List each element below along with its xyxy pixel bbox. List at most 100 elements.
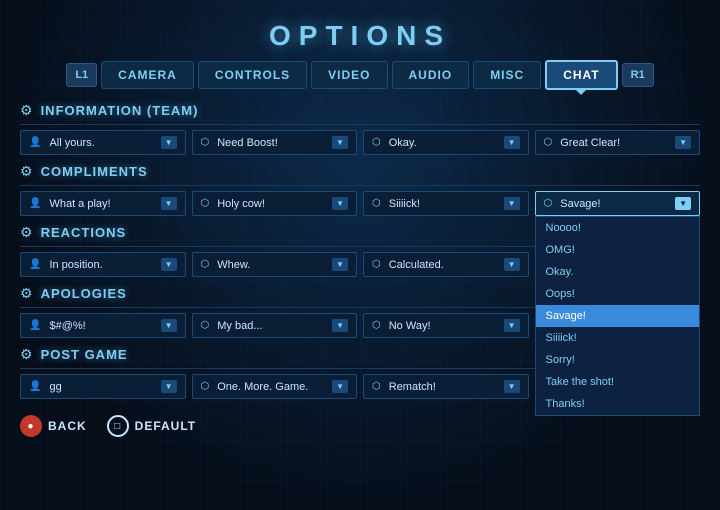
dropdown-menu-item-2[interactable]: Okay. bbox=[536, 261, 700, 283]
back-icon: ● bbox=[20, 415, 42, 437]
dropdown-arrow-compliments-2: ▼ bbox=[504, 197, 520, 210]
dropdown-wrapper-post-game-0: 👤gg▼ bbox=[20, 374, 186, 399]
dropdown-wrapper-information-team-1: ⬡Need Boost!▼ bbox=[192, 130, 358, 155]
tab-r1[interactable]: R1 bbox=[622, 63, 654, 87]
dropdown-wrapper-information-team-0: 👤 All yours. ▼ bbox=[20, 130, 186, 155]
dropdown-btn-information-team-2[interactable]: ⬡ Okay. ▼ bbox=[363, 130, 529, 155]
dropdowns-row-compliments: 👤What a play!▼⬡Holy cow!▼⬡Siiiick!▼⬡Sava… bbox=[20, 191, 700, 216]
dropdown-btn-post-game-2[interactable]: ⬡ Rematch! ▼ bbox=[363, 374, 529, 399]
dropdown-text-post-game-2: Rematch! bbox=[389, 381, 500, 393]
dropdown-icon-compliments-2: ⬡ bbox=[372, 198, 381, 209]
default-label: DEFAULT bbox=[135, 419, 196, 433]
dropdown-arrow-compliments-0: ▼ bbox=[161, 197, 177, 210]
dropdown-menu-item-7[interactable]: Take the shot! bbox=[536, 371, 700, 393]
page-title: OPTIONS bbox=[20, 10, 700, 60]
dropdown-wrapper-reactions-1: ⬡ Whew. ▼ bbox=[192, 252, 358, 277]
dropdown-btn-reactions-0[interactable]: 👤In position.▼ bbox=[20, 252, 186, 277]
dropdown-btn-reactions-2[interactable]: ⬡Calculated.▼ bbox=[363, 252, 529, 277]
tab-chat[interactable]: CHAT bbox=[545, 60, 617, 90]
dropdown-btn-compliments-2[interactable]: ⬡Siiiick!▼ bbox=[363, 191, 529, 216]
dropdown-icon-post-game-2: ⬡ bbox=[372, 381, 381, 392]
dropdown-arrow-post-game-2: ▼ bbox=[504, 380, 520, 393]
back-button[interactable]: ● BACK bbox=[20, 415, 87, 437]
dropdown-arrow-information-team-2: ▼ bbox=[504, 136, 520, 149]
dropdown-menu-compliments-3: Noooo!OMG!Okay.Oops!Savage!Siiiick!Sorry… bbox=[535, 216, 701, 416]
section-title-apologies: APOLOGIES bbox=[41, 286, 127, 301]
tab-audio[interactable]: AUDIO bbox=[392, 61, 470, 89]
section-icon-reactions: ⚙ bbox=[20, 224, 33, 241]
dropdown-arrow-reactions-0: ▼ bbox=[161, 258, 177, 271]
dropdown-btn-information-team-0[interactable]: 👤 All yours. ▼ bbox=[20, 130, 186, 155]
section-icon-apologies: ⚙ bbox=[20, 285, 33, 302]
tab-l1[interactable]: L1 bbox=[66, 63, 97, 87]
section-header-compliments: ⚙COMPLIMENTS bbox=[20, 163, 700, 180]
dropdown-btn-information-team-3[interactable]: ⬡Great Clear!▼ bbox=[535, 130, 701, 155]
dropdown-text-apologies-1: My bad... bbox=[217, 320, 328, 332]
tab-video[interactable]: VIDEO bbox=[311, 61, 387, 89]
dropdown-btn-compliments-1[interactable]: ⬡Holy cow!▼ bbox=[192, 191, 358, 216]
dropdown-arrow-post-game-0: ▼ bbox=[161, 380, 177, 393]
dropdown-btn-apologies-2[interactable]: ⬡No Way!▼ bbox=[363, 313, 529, 338]
dropdown-text-reactions-1: Whew. bbox=[217, 259, 328, 271]
dropdown-btn-compliments-0[interactable]: 👤What a play!▼ bbox=[20, 191, 186, 216]
section-icon-compliments: ⚙ bbox=[20, 163, 33, 180]
dropdown-menu-item-5[interactable]: Siiiick! bbox=[536, 327, 700, 349]
dropdown-menu-item-9[interactable]: What a play! bbox=[536, 415, 700, 416]
back-label: BACK bbox=[48, 419, 87, 433]
dropdown-icon-compliments-1: ⬡ bbox=[201, 198, 210, 209]
dropdown-menu-item-3[interactable]: Oops! bbox=[536, 283, 700, 305]
tab-controls[interactable]: CONTROLS bbox=[198, 61, 307, 89]
dropdown-btn-apologies-0[interactable]: 👤$#@%!▼ bbox=[20, 313, 186, 338]
dropdown-icon-information-team-0: 👤 bbox=[29, 137, 41, 148]
dropdown-wrapper-apologies-2: ⬡No Way!▼ bbox=[363, 313, 529, 338]
dropdown-icon-information-team-1: ⬡ bbox=[201, 137, 210, 148]
dropdown-arrow-compliments-3: ▼ bbox=[675, 197, 691, 210]
section-title-post-game: POST GAME bbox=[41, 347, 128, 362]
dropdown-arrow-information-team-0: ▼ bbox=[161, 136, 177, 149]
tab-misc[interactable]: MISC bbox=[473, 61, 541, 89]
dropdown-wrapper-compliments-2: ⬡Siiiick!▼ bbox=[363, 191, 529, 216]
dropdown-btn-post-game-1[interactable]: ⬡One. More. Game.▼ bbox=[192, 374, 358, 399]
dropdown-arrow-apologies-1: ▼ bbox=[332, 319, 348, 332]
dropdown-icon-information-team-2: ⬡ bbox=[372, 137, 381, 148]
dropdown-menu-item-0[interactable]: Noooo! bbox=[536, 217, 700, 239]
dropdown-wrapper-apologies-0: 👤$#@%!▼ bbox=[20, 313, 186, 338]
dropdown-text-information-team-2: Okay. bbox=[389, 137, 500, 149]
dropdown-icon-reactions-2: ⬡ bbox=[372, 259, 381, 270]
dropdown-text-compliments-1: Holy cow! bbox=[217, 198, 328, 210]
default-icon: □ bbox=[107, 415, 129, 437]
dropdown-menu-item-4[interactable]: Savage! bbox=[536, 305, 700, 327]
dropdown-icon-reactions-1: ⬡ bbox=[201, 259, 210, 270]
dropdown-text-apologies-0: $#@%! bbox=[49, 320, 156, 332]
dropdown-text-information-team-0: All yours. bbox=[49, 137, 156, 149]
dropdown-arrow-reactions-1: ▼ bbox=[332, 258, 348, 271]
dropdown-btn-compliments-3[interactable]: ⬡Savage!▼ bbox=[535, 191, 701, 216]
dropdown-wrapper-apologies-1: ⬡My bad...▼ bbox=[192, 313, 358, 338]
dropdown-wrapper-reactions-0: 👤In position.▼ bbox=[20, 252, 186, 277]
dropdown-text-compliments-0: What a play! bbox=[49, 198, 156, 210]
dropdown-wrapper-information-team-2: ⬡ Okay. ▼ bbox=[363, 130, 529, 155]
dropdown-icon-information-team-3: ⬡ bbox=[544, 137, 553, 148]
dropdown-text-information-team-1: Need Boost! bbox=[217, 137, 328, 149]
section-divider-information-team bbox=[20, 124, 700, 125]
dropdown-wrapper-compliments-3: ⬡Savage!▼Noooo!OMG!Okay.Oops!Savage!Siii… bbox=[535, 191, 701, 216]
dropdown-btn-post-game-0[interactable]: 👤gg▼ bbox=[20, 374, 186, 399]
dropdown-text-reactions-2: Calculated. bbox=[389, 259, 500, 271]
default-button[interactable]: □ DEFAULT bbox=[107, 415, 196, 437]
section-divider-compliments bbox=[20, 185, 700, 186]
dropdown-icon-apologies-0: 👤 bbox=[29, 320, 41, 331]
dropdown-btn-apologies-1[interactable]: ⬡My bad...▼ bbox=[192, 313, 358, 338]
dropdown-arrow-post-game-1: ▼ bbox=[332, 380, 348, 393]
dropdown-arrow-information-team-3: ▼ bbox=[675, 136, 691, 149]
dropdown-menu-item-6[interactable]: Sorry! bbox=[536, 349, 700, 371]
dropdown-btn-information-team-1[interactable]: ⬡Need Boost!▼ bbox=[192, 130, 358, 155]
dropdown-menu-item-8[interactable]: Thanks! bbox=[536, 393, 700, 415]
dropdown-icon-post-game-1: ⬡ bbox=[201, 381, 210, 392]
section-title-reactions: REACTIONS bbox=[41, 225, 127, 240]
dropdown-btn-reactions-1[interactable]: ⬡ Whew. ▼ bbox=[192, 252, 358, 277]
section-icon-information-team: ⚙ bbox=[20, 102, 33, 119]
tab-camera[interactable]: CAMERA bbox=[101, 61, 194, 89]
dropdown-wrapper-compliments-0: 👤What a play!▼ bbox=[20, 191, 186, 216]
dropdowns-row-information-team: 👤All yours.▼⬡Need Boost!▼⬡Okay.▼⬡Great C… bbox=[20, 130, 700, 155]
dropdown-menu-item-1[interactable]: OMG! bbox=[536, 239, 700, 261]
